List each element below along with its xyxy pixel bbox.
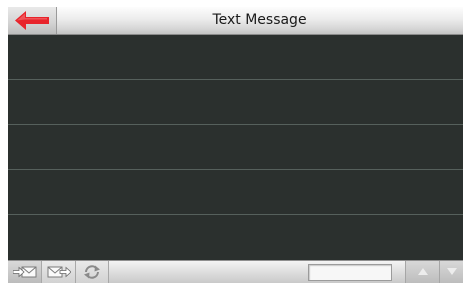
back-button[interactable] (8, 7, 57, 34)
page-indicator-field (308, 264, 392, 281)
message-list[interactable] (8, 35, 463, 260)
title-bar: Text Message (8, 7, 463, 35)
bottom-toolbar (8, 260, 463, 283)
outbox-icon (47, 266, 71, 278)
text-message-screen: Text Message (8, 7, 463, 283)
sync-icon (84, 265, 100, 279)
arrow-down-icon (447, 268, 457, 275)
back-arrow-icon (15, 11, 49, 30)
inbox-icon (13, 266, 37, 278)
inbox-button[interactable] (8, 261, 42, 283)
arrow-up-icon (418, 268, 428, 275)
message-row[interactable] (8, 125, 463, 170)
message-row[interactable] (8, 35, 463, 80)
sync-button[interactable] (76, 261, 109, 283)
message-row[interactable] (8, 170, 463, 215)
scroll-down-button[interactable] (439, 261, 463, 283)
message-row[interactable] (8, 80, 463, 125)
page-title: Text Message (212, 12, 307, 28)
scroll-up-button[interactable] (405, 261, 439, 283)
message-row[interactable] (8, 215, 463, 259)
outbox-button[interactable] (42, 261, 76, 283)
